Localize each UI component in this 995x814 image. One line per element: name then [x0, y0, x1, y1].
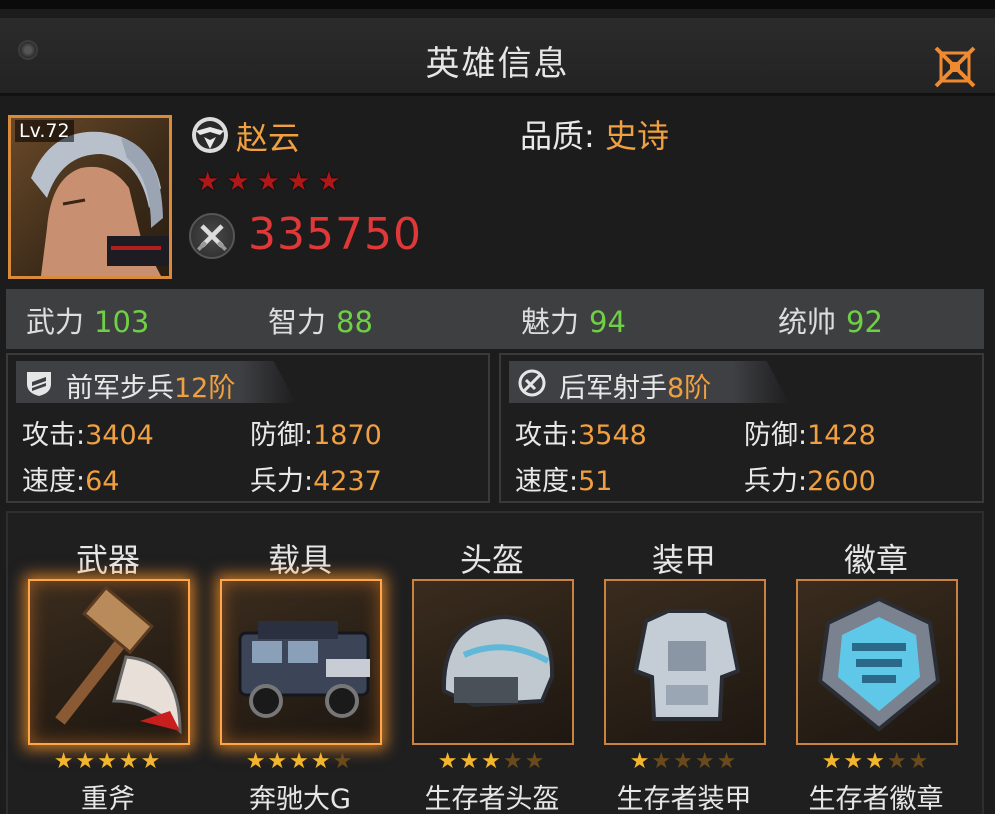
troop-header: 后军射手8阶 [509, 361, 789, 403]
equip-name: 生存者装甲 [616, 784, 752, 814]
troop-speed: 速度:51 [515, 466, 613, 497]
troop-name: 后军射手8阶 [559, 373, 712, 404]
equip-name: 生存者徽章 [808, 784, 944, 814]
equip-slot-vehicle[interactable]: 载具 ★★★★★ 奔驰大G [216, 513, 384, 814]
slot-label: 武器 [75, 541, 140, 579]
troop-name: 前军步兵12阶 [66, 373, 236, 404]
troop-defense: 防御:1870 [250, 420, 382, 451]
hero-name: 赵云 [236, 119, 301, 157]
hero-portrait[interactable]: Lv.72 [8, 115, 172, 279]
equip-name: 奔驰大G [249, 784, 351, 814]
troop-attack: 攻击:3548 [515, 420, 647, 451]
equip-slot-helmet[interactable]: 头盔 ★★★★★ 生存者头盔 [408, 513, 576, 814]
troop-header: 前军步兵12阶 [16, 361, 296, 403]
helmet-icon [441, 614, 555, 708]
equip-stars: ★★★★★ [245, 749, 355, 774]
quality-value: 史诗 [604, 117, 669, 155]
title-bar: 英雄信息 [0, 18, 995, 96]
rank-emblem-icon [192, 117, 228, 153]
equip-stars: ★★★★★ [821, 749, 931, 774]
slot-label: 徽章 [843, 541, 908, 579]
slot-label: 头盔 [459, 541, 524, 579]
troop-speed: 速度:64 [22, 466, 120, 497]
equip-name: 重斧 [81, 784, 135, 814]
suv-icon [238, 621, 370, 718]
troop-defense: 防御:1428 [744, 420, 876, 451]
troop-force: 兵力:4237 [250, 466, 382, 497]
troop-front-infantry: 前军步兵12阶 攻击:3404 防御:1870 速度:64 兵力:4237 [6, 353, 490, 503]
equip-slot-armor[interactable]: 装甲 ★★★★★ 生存者装甲 [600, 513, 768, 814]
hero-info-panel: 英雄信息 Lv.72 赵云 品质: 史诗 ★★★★★ 335750 武力 103… [0, 0, 995, 814]
window-title: 英雄信息 [425, 44, 570, 84]
equip-frame[interactable] [412, 579, 574, 745]
hero-star-rating: ★★★★★ [196, 167, 348, 197]
close-icon[interactable] [933, 45, 977, 89]
equip-slot-badge[interactable]: 徽章 ★★★★★ 生存者徽章 [792, 513, 960, 814]
equipment-area: 武器 ★★★★★ 重斧 载具 ★★★★★ 奔驰大G 头盔 ★★★★★ 生存者头盔… [6, 511, 984, 814]
troop-force: 兵力:2600 [744, 466, 876, 497]
equip-name: 生存者头盔 [424, 784, 560, 814]
equip-slot-weapon[interactable]: 武器 ★★★★★ 重斧 [24, 513, 192, 814]
badge-icon [817, 596, 941, 732]
equip-frame[interactable] [220, 579, 382, 745]
slot-label: 装甲 [651, 541, 716, 579]
equip-stars: ★★★★★ [53, 749, 163, 774]
axe-icon [55, 585, 182, 735]
troop-rear-archer: 后军射手8阶 攻击:3548 防御:1428 速度:51 兵力:2600 [499, 353, 984, 503]
hero-level: Lv.72 [15, 120, 74, 142]
equip-frame[interactable] [604, 579, 766, 745]
crossbow-icon [518, 369, 546, 397]
shield-icon [27, 372, 51, 396]
crossed-swords-icon [189, 213, 235, 259]
attribute-intellect: 智力 88 [268, 305, 373, 339]
equip-frame[interactable] [28, 579, 190, 745]
combat-power: 335750 [248, 209, 422, 260]
hero-quality: 品质: 史诗 [520, 111, 669, 157]
attribute-force: 武力 103 [26, 305, 150, 339]
equip-stars: ★★★★★ [437, 749, 547, 774]
quality-label: 品质: [520, 117, 595, 155]
slot-label: 载具 [267, 541, 332, 579]
attribute-charisma: 魅力 94 [521, 305, 626, 339]
equip-frame[interactable] [796, 579, 958, 745]
troop-attack: 攻击:3404 [22, 420, 154, 451]
equip-stars: ★★★★★ [629, 749, 739, 774]
attribute-row: 武力 103 智力 88 魅力 94 统帅 92 [6, 289, 984, 349]
armor-icon [633, 609, 741, 721]
attribute-command: 统帅 92 [778, 305, 883, 339]
